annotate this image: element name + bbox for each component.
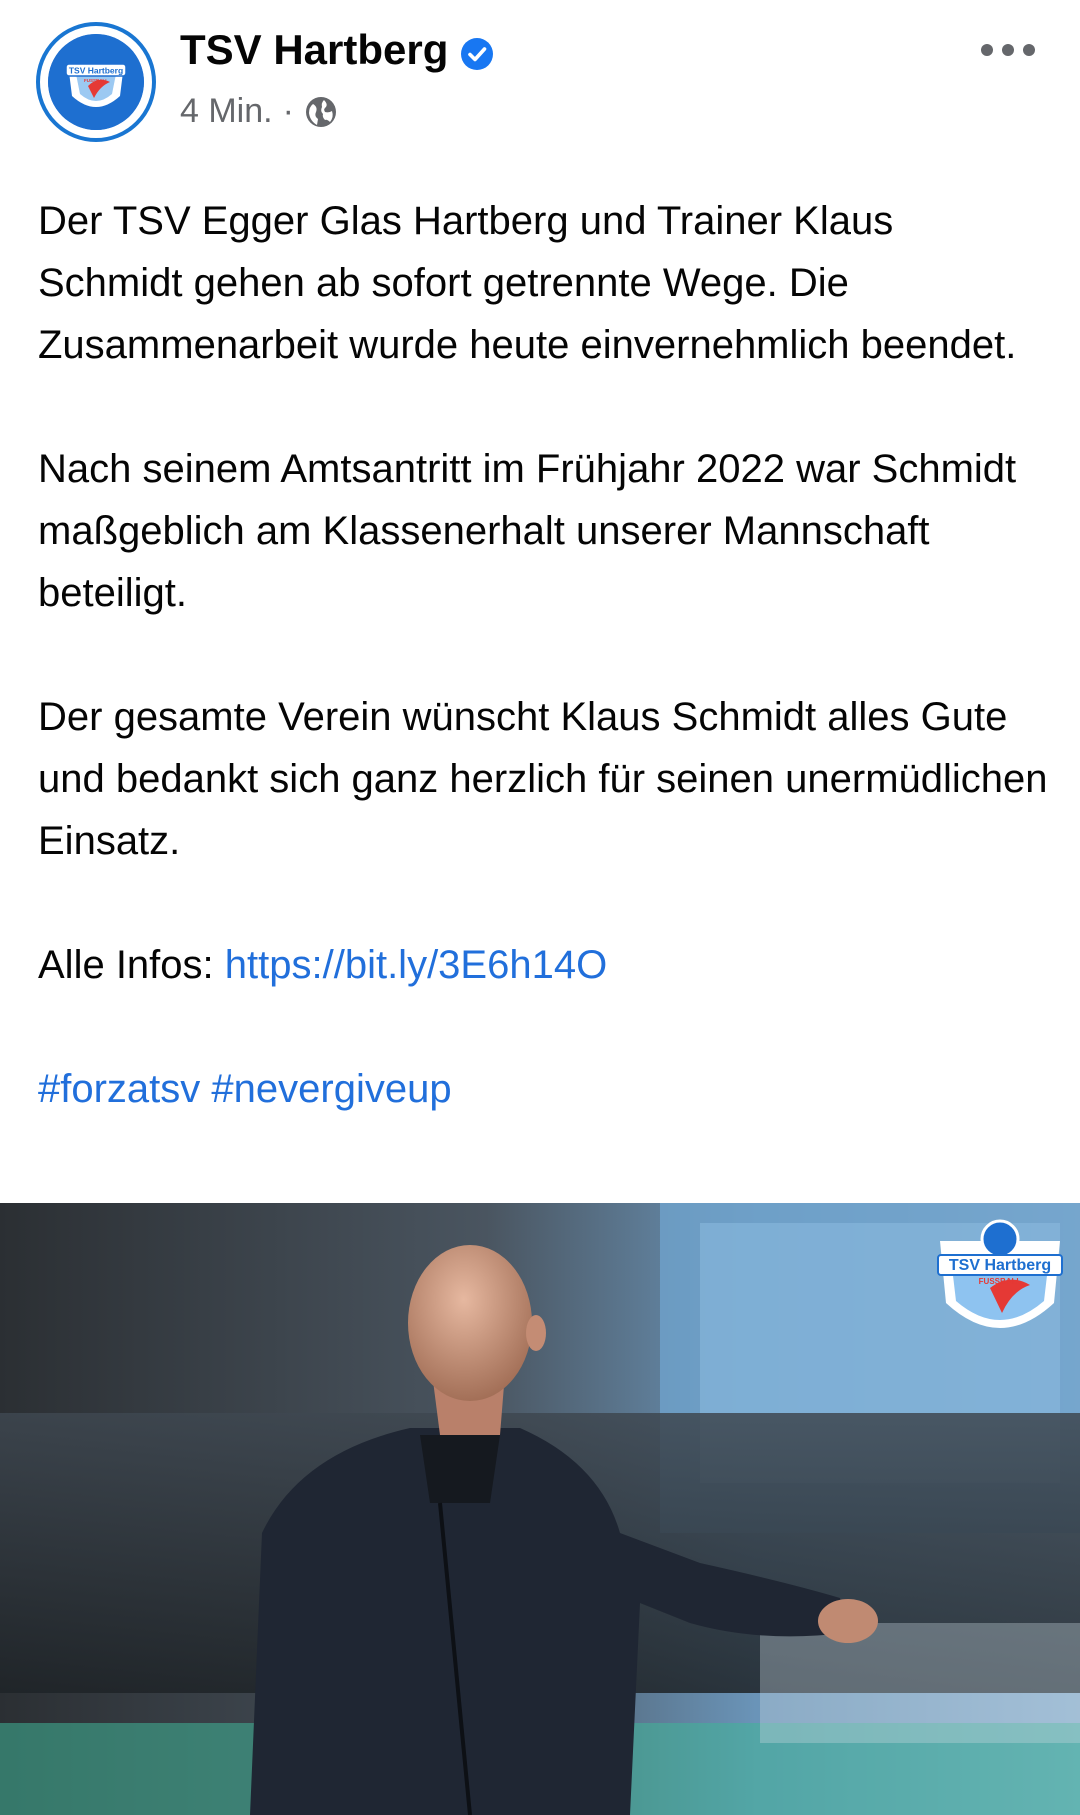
infos-link[interactable]: https://bit.ly/3E6h14O bbox=[225, 943, 607, 987]
page-name-link[interactable]: TSV Hartberg bbox=[180, 26, 494, 74]
page-avatar[interactable]: TSV Hartberg FUSSBALL bbox=[36, 22, 156, 142]
post-timestamp[interactable]: 4 Min. bbox=[180, 92, 273, 131]
page-name[interactable]: TSV Hartberg bbox=[180, 26, 448, 74]
coach-photo: TSV Hartberg FUSSBALL bbox=[0, 1203, 1080, 1815]
more-options-button[interactable] bbox=[976, 30, 1040, 70]
avatar-logo-subtext: FUSSBALL bbox=[84, 78, 108, 83]
facebook-post: TSV Hartberg FUSSBALL TSV Hartberg 4 Min… bbox=[0, 0, 1080, 1815]
post-photo[interactable]: TSV Hartberg FUSSBALL bbox=[0, 1203, 1080, 1815]
hashtag-forzatsv[interactable]: #forzatsv bbox=[38, 1067, 200, 1111]
globe-icon[interactable] bbox=[304, 95, 338, 129]
photo-logo-subtext: FUSSBALL bbox=[979, 1277, 1022, 1286]
hashtag-nevergiveup[interactable]: #nevergiveup bbox=[211, 1067, 451, 1111]
post-paragraph-1: Der TSV Egger Glas Hartberg und Trainer … bbox=[38, 199, 1017, 367]
photo-logo-text: TSV Hartberg bbox=[949, 1257, 1051, 1274]
club-logo: TSV Hartberg FUSSBALL bbox=[48, 34, 144, 130]
avatar-logo-text: TSV Hartberg bbox=[69, 66, 123, 76]
meta-separator: · bbox=[282, 92, 294, 130]
post-hashtags: #forzatsv #nevergiveup bbox=[38, 1058, 1048, 1120]
post-text: Der TSV Egger Glas Hartberg und Trainer … bbox=[38, 190, 1048, 1120]
post-header: TSV Hartberg FUSSBALL TSV Hartberg 4 Min… bbox=[0, 0, 1080, 150]
more-horizontal-icon bbox=[981, 44, 1035, 56]
verified-check-icon bbox=[460, 33, 494, 70]
infos-label: Alle Infos: bbox=[38, 943, 225, 987]
post-paragraph-3: Der gesamte Verein wünscht Klaus Schmidt… bbox=[38, 695, 1048, 863]
post-meta: 4 Min. · bbox=[180, 92, 338, 131]
post-infos-line: Alle Infos: https://bit.ly/3E6h14O bbox=[38, 934, 1048, 996]
post-paragraph-2: Nach seinem Amtsantritt im Frühjahr 2022… bbox=[38, 447, 1017, 615]
